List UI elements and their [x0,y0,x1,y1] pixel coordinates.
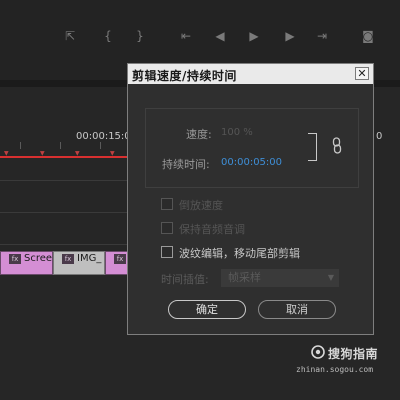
time-interpolation-select[interactable]: 帧采样 ▼ [221,269,339,287]
chevron-down-icon: ▼ [327,273,334,282]
timeline-clip[interactable]: fx Scree [0,251,53,275]
ripple-edit-label: 波纹编辑，移动尾部剪辑 [179,247,300,260]
marker-icon: ▼ [75,150,80,157]
ruler-tick [20,142,21,149]
maintain-audio-pitch-label: 保持音频音调 [179,223,245,236]
speed-label: 速度: [186,128,212,141]
mark-out-icon[interactable]: } [132,28,148,44]
marker-icon: ▼ [4,150,9,157]
fx-badge-icon: fx [62,254,74,264]
ok-button[interactable]: 确定 [168,300,246,319]
play-icon[interactable]: ▶ [246,28,262,44]
track-divider [0,212,130,213]
marker-icon: ▼ [40,150,45,157]
time-interpolation-value: 帧采样 [228,271,261,284]
ruler-tick [60,142,61,149]
dialog-titlebar[interactable]: 剪辑速度/持续时间 ✕ [128,64,373,84]
go-to-out-icon[interactable]: ⇥ [314,28,330,44]
track-divider [0,244,130,245]
ruler-timecode: 00:00:15:0 [76,131,131,142]
fx-badge-icon: fx [9,254,21,264]
time-interpolation-label: 时间插值: [161,273,209,286]
speed-value[interactable]: 100 % [221,127,253,138]
export-frame-icon[interactable]: ⇱ [62,28,78,44]
cancel-button[interactable]: 取消 [258,300,336,319]
speed-duration-group [145,108,359,188]
track-divider [0,180,130,181]
link-bracket [308,133,317,161]
timeline-clip[interactable]: fx IMG_ [53,251,105,275]
timeline-clip[interactable]: fx [105,251,128,275]
go-to-in-icon[interactable]: ⇤ [178,28,194,44]
watermark-url: zhinan.sogou.com [296,365,374,374]
maintain-audio-pitch-checkbox[interactable] [161,222,173,234]
clip-label: Scree [24,253,53,264]
fx-badge-icon: fx [114,254,126,264]
sogou-logo-icon [311,345,325,359]
mark-in-icon[interactable]: { [100,28,116,44]
step-forward-icon[interactable]: ▶ [282,28,298,44]
close-button[interactable]: ✕ [355,67,369,80]
clip-label: IMG_ [77,253,102,264]
duration-label: 持续时间: [162,158,210,171]
dialog-title: 剪辑速度/持续时间 [132,69,237,83]
clip-speed-duration-dialog: 剪辑速度/持续时间 ✕ 速度: 100 % 持续时间: 00:00:05:00 … [127,63,374,335]
step-back-icon[interactable]: ◀ [212,28,228,44]
ruler-tick [100,142,101,149]
reverse-speed-label: 倒放速度 [179,199,223,212]
watermark-text: 搜狗指南 [328,347,379,361]
ripple-edit-checkbox[interactable] [161,246,173,258]
camera-icon[interactable]: ◙ [360,28,376,44]
duration-value[interactable]: 00:00:05:00 [221,157,282,168]
ruler-timecode-right: 0 [376,131,383,142]
chain-link-icon[interactable] [332,137,342,155]
marker-icon: ▼ [110,150,115,157]
reverse-speed-checkbox[interactable] [161,198,173,210]
